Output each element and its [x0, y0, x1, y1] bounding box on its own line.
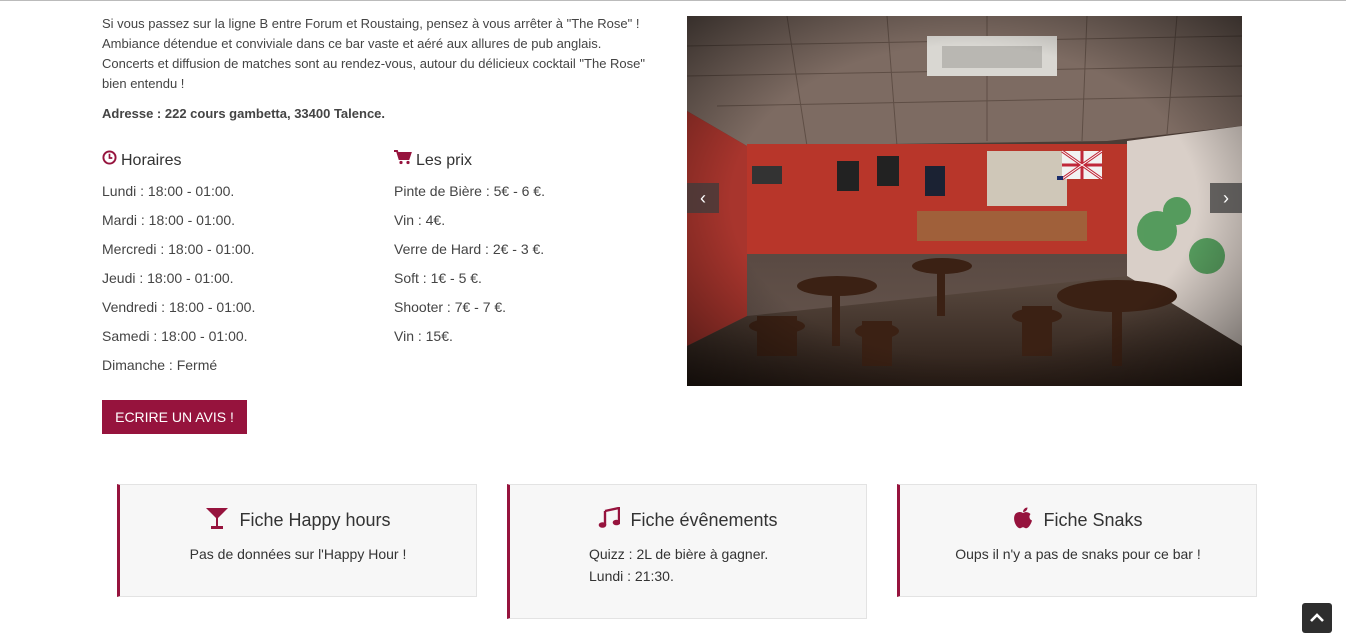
hours-item: Dimanche : Fermé	[102, 357, 218, 373]
bar-interior-photo	[687, 16, 1242, 386]
photo-carousel[interactable]: ‹ ›	[687, 16, 1242, 386]
price-item: Vin : 4€.	[394, 212, 446, 228]
scroll-to-top-button[interactable]	[1302, 603, 1332, 633]
description-line: Si vous passez sur la ligne B entre Foru…	[102, 16, 640, 31]
clock-icon	[102, 150, 117, 172]
description-line: Concerts et diffusion de matches sont au…	[102, 56, 646, 71]
cart-icon	[394, 150, 412, 172]
snacks-card: Fiche Snaks Oups il n'y a pas de snaks p…	[897, 484, 1257, 597]
card-text: Oups il n'y a pas de snaks pour ce bar !	[955, 546, 1201, 562]
cocktail-glass-icon	[205, 506, 229, 535]
top-divider	[0, 0, 1346, 1]
hours-item: Jeudi : 18:00 - 01:00.	[102, 270, 234, 286]
price-item: Vin : 15€.	[394, 328, 453, 344]
card-header: Fiche Happy hours	[120, 507, 476, 533]
hours-item: Vendredi : 18:00 - 01:00.	[102, 299, 256, 315]
address: Adresse : 222 cours gambetta, 33400 Tale…	[102, 106, 386, 121]
price-item: Verre de Hard : 2€ - 3 €.	[394, 241, 545, 257]
chevron-right-icon: ›	[1223, 188, 1229, 208]
hours-item: Mercredi : 18:00 - 01:00.	[102, 241, 255, 257]
carousel-prev-button[interactable]: ‹	[687, 183, 719, 213]
hours-title: Horaires	[121, 152, 182, 169]
prices-title: Les prix	[416, 152, 473, 169]
happy-hours-card: Fiche Happy hours Pas de données sur l'H…	[117, 484, 477, 597]
hours-item: Mardi : 18:00 - 01:00.	[102, 212, 236, 228]
card-header: Fiche évênements	[510, 506, 866, 534]
apple-icon	[1013, 507, 1033, 534]
price-item: Pinte de Bière : 5€ - 6 €.	[394, 183, 545, 199]
music-note-icon	[598, 506, 621, 534]
price-item: Shooter : 7€ - 7 €.	[394, 299, 507, 315]
card-text: Quizz : 2L de bière à gagner.	[589, 546, 769, 562]
events-card: Fiche évênements Quizz : 2L de bière à g…	[507, 484, 867, 619]
chevron-up-icon	[1302, 613, 1332, 637]
card-header: Fiche Snaks	[900, 507, 1256, 533]
prices-section: Les prix Pinte de Bière : 5€ - 6 €. Vin …	[394, 150, 674, 355]
description-line: Ambiance détendue et conviviale dans ce …	[102, 36, 602, 51]
hours-heading: Horaires	[102, 150, 382, 172]
carousel-next-button[interactable]: ›	[1210, 183, 1242, 213]
card-title: Fiche Happy hours	[239, 509, 391, 530]
card-text: Pas de données sur l'Happy Hour !	[189, 546, 407, 562]
chevron-left-icon: ‹	[700, 188, 706, 208]
hours-section: Horaires Lundi : 18:00 - 01:00. Mardi : …	[102, 150, 382, 384]
card-text: Lundi : 21:30.	[589, 568, 674, 584]
write-review-button[interactable]: ECRIRE UN AVIS !	[102, 400, 247, 434]
hours-item: Lundi : 18:00 - 01:00.	[102, 183, 235, 199]
hours-item: Samedi : 18:00 - 01:00.	[102, 328, 248, 344]
card-title: Fiche évênements	[630, 509, 778, 530]
description-line: bien entendu !	[102, 76, 185, 91]
bar-description: Si vous passez sur la ligne B entre Foru…	[102, 14, 662, 94]
prices-heading: Les prix	[394, 150, 674, 172]
price-item: Soft : 1€ - 5 €.	[394, 270, 482, 286]
card-title: Fiche Snaks	[1043, 509, 1143, 530]
